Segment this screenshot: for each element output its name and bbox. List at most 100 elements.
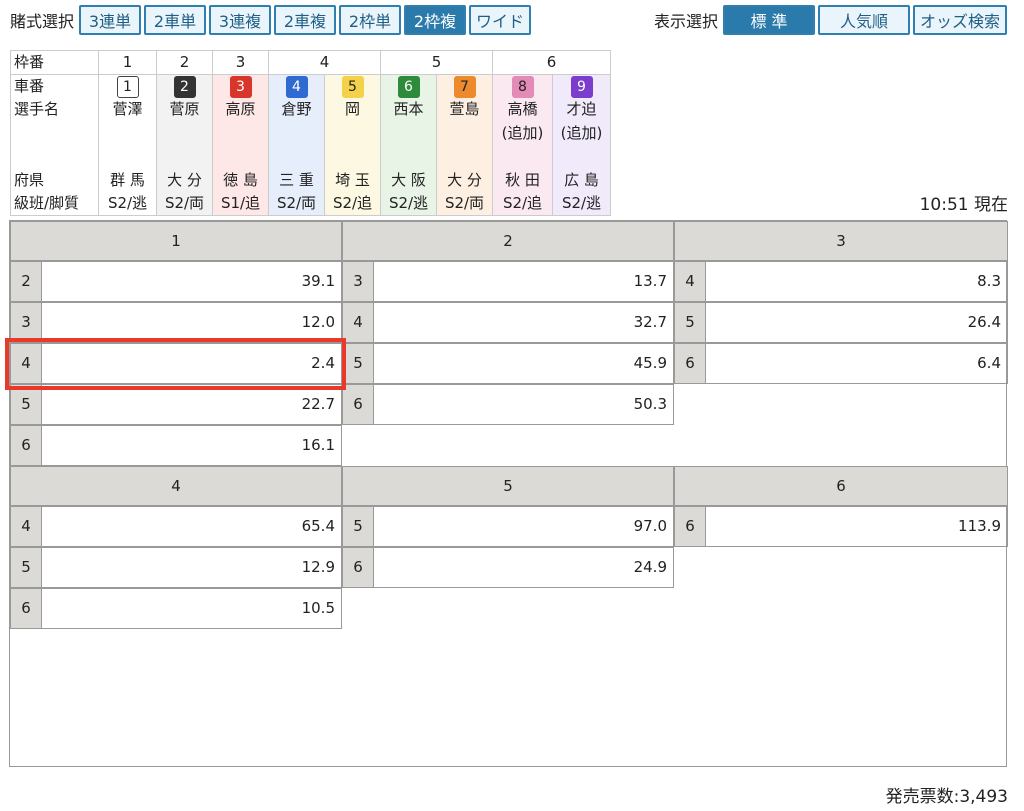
odds-row[interactable]: 6 113.9 [674,506,1008,547]
rider-class: S2/両 [156,192,213,216]
odds-value: 12.9 [301,558,335,576]
odds-pair: 5 [11,548,42,587]
odds-value: 50.3 [633,395,667,413]
odds-row[interactable]: 4 8.3 [674,261,1008,302]
bet-button-0[interactable]: 3連単 [79,4,142,35]
odds-head-6: 6 [674,466,1008,506]
odds-row[interactable]: 5 26.4 [674,302,1008,343]
odds-row[interactable]: 3 12.0 [10,302,342,343]
rider-note [156,121,213,145]
rider-name: 才迫 [552,98,611,122]
rider-note [380,121,437,145]
view-button-2[interactable]: オッズ検索 [913,4,1007,35]
bet-button-5[interactable]: 2枠複 [404,4,467,35]
rider-name: 岡 [324,98,381,122]
waku-2: 2 [156,50,213,75]
car-number-8: 8 [511,76,534,98]
odds-pair: 6 [343,548,374,587]
odds-row[interactable]: 5 12.9 [10,547,342,588]
rider-class: S2/逃 [98,192,157,216]
bet-button-2[interactable]: 3連複 [209,4,272,35]
waku-4: 4 [268,50,381,75]
odds-pair: 5 [343,344,374,383]
car-number-6: 6 [397,76,420,98]
rider-info-table: 枠番 1 2 3 4 5 6 車番 1 2 3 4 5 6 7 8 9 選手名 菅澤 菅原 高原 倉野岡西本 萱島 高橋 才迫(… [10,50,611,216]
odds-value: 39.1 [301,272,335,290]
rider-note [268,121,325,145]
odds-row[interactable]: 6 10.5 [10,588,342,629]
rider-name: 菅原 [156,98,213,122]
waku-6: 6 [492,50,611,75]
odds-value: 22.7 [301,395,335,413]
rider-name: 高橋 [492,98,553,122]
bet-button-4[interactable]: 2枠単 [339,4,402,35]
view-button-0[interactable]: 標 準 [723,4,815,35]
odds-value: 13.7 [633,272,667,290]
odds-row[interactable]: 4 32.7 [342,302,674,343]
odds-pair: 6 [11,426,42,465]
odds-pair: 4 [343,303,374,342]
ticket-count: 発売票数:3,493 [885,787,1008,807]
odds-row[interactable]: 5 45.9 [342,343,674,384]
bet-type-buttons: 3連単 2車単 3連複 2車複 2枠単 2枠複 ワイド [79,4,534,35]
odds-pair: 4 [675,262,706,301]
label-car: 車番 [10,74,99,98]
odds-row[interactable]: 5 97.0 [342,506,674,547]
rider-note [98,121,157,145]
odds-row[interactable]: 4 65.4 [10,506,342,547]
waku-3: 3 [212,50,269,75]
odds-pair: 2 [11,262,42,301]
odds-row[interactable]: 6 16.1 [10,425,342,466]
odds-pair: 3 [343,262,374,301]
odds-pair: 5 [11,385,42,424]
rider-name: 萱島 [436,98,493,122]
car-number-4: 4 [285,76,308,98]
odds-value: 32.7 [633,313,667,331]
rider-class: S2/両 [436,192,493,216]
car-number-7: 7 [453,76,476,98]
rider-class: S2/逃 [380,192,437,216]
odds-pair: 5 [675,303,706,342]
odds-grid: 1 2 39.1 3 12.0 4 2.4 5 22.7 6 16.1 2 3 13.7 4 32.7 5 45.… [9,220,1008,767]
odds-head-2: 2 [342,221,674,261]
update-time: 10:51 現在 [919,195,1008,215]
odds-value: 113.9 [958,517,1001,535]
odds-value: 12.0 [301,313,335,331]
label-name: 選手名 [10,98,99,122]
odds-row[interactable]: 6 6.4 [674,343,1008,384]
view-button-1[interactable]: 人気順 [818,4,910,35]
bet-button-3[interactable]: 2車複 [274,4,337,35]
odds-value: 26.4 [967,313,1001,331]
odds-value: 10.5 [301,599,335,617]
odds-head-4: 4 [10,466,342,506]
odds-value: 65.4 [301,517,335,535]
rider-pref: 秋 田 [492,168,553,192]
bet-button-1[interactable]: 2車単 [144,4,207,35]
rider-pref: 大 分 [156,168,213,192]
rider-note [212,121,269,145]
odds-row[interactable]: 2 39.1 [10,261,342,302]
rider-note [436,121,493,145]
bet-button-6[interactable]: ワイド [469,4,532,35]
label-class: 級班/脚質 [10,192,99,216]
odds-value: 8.3 [977,272,1001,290]
odds-row[interactable]: 6 50.3 [342,384,674,425]
car-number-5: 5 [341,76,364,98]
odds-pair: 4 [11,507,42,546]
odds-pair: 5 [343,507,374,546]
odds-row[interactable]: 6 24.9 [342,547,674,588]
odds-row[interactable]: 3 13.7 [342,261,674,302]
rider-note: (追加) [552,121,611,145]
view-buttons: 標 準人気順 オッズ検索 [723,4,1010,35]
waku-5: 5 [380,50,493,75]
car-number-9: 9 [570,76,593,98]
rider-class: S2/追 [324,192,381,216]
rider-class: S2/両 [268,192,325,216]
rider-pref: 大 分 [436,168,493,192]
odds-pair: 6 [11,589,42,628]
odds-row[interactable]: 5 22.7 [10,384,342,425]
rider-pref: 群 馬 [98,168,157,192]
odds-head-5: 5 [342,466,674,506]
waku-1: 1 [98,50,157,75]
rider-name: 菅澤 [98,98,157,122]
